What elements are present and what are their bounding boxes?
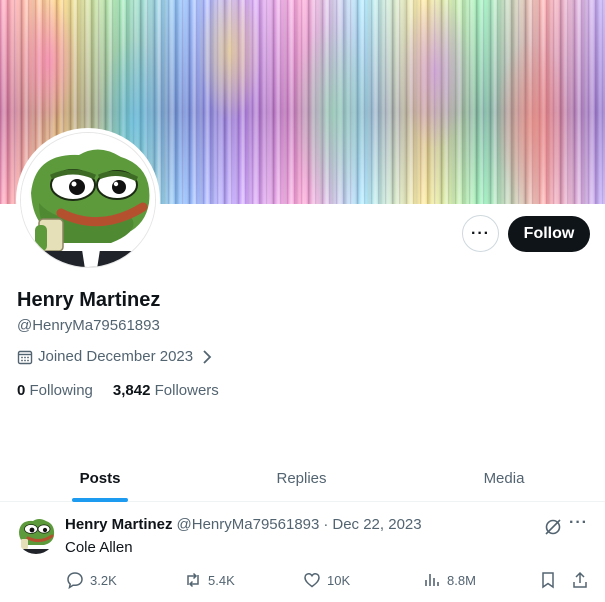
like-icon <box>304 572 320 588</box>
post-more-icon[interactable]: ··· <box>569 514 588 532</box>
post-separator: · <box>323 516 329 533</box>
post-text: Cole Allen <box>65 539 133 556</box>
frog-avatar-image <box>16 514 56 554</box>
bookmark-button[interactable] <box>539 571 557 589</box>
more-options-button[interactable]: ··· <box>462 215 499 252</box>
tab-replies[interactable]: Replies <box>200 455 403 501</box>
post-author[interactable]: Henry Martinez <box>65 516 173 533</box>
share-button[interactable] <box>571 571 589 589</box>
tab-media[interactable]: Media <box>403 455 605 501</box>
views-icon <box>425 574 439 586</box>
tab-posts[interactable]: Posts <box>0 455 200 502</box>
reply-button[interactable]: 3.2K <box>66 571 117 589</box>
post-date[interactable]: Dec 22, 2023 <box>332 516 421 533</box>
profile-handle: @HenryMa79561893 <box>17 317 160 334</box>
more-icon: ··· <box>471 224 490 242</box>
profile-name: Henry Martinez <box>17 289 161 311</box>
profile-tabs: Posts Replies Media <box>0 455 605 502</box>
chevron-right-icon <box>203 349 212 364</box>
following-link[interactable]: 0 Following <box>17 382 93 399</box>
joined-label: Joined December 2023 <box>38 348 194 365</box>
grok-icon[interactable] <box>543 517 563 537</box>
reply-count: 3.2K <box>90 572 117 588</box>
post-actions: 3.2K 5.4K 10K 8.8M <box>0 567 605 595</box>
follow-counts: 0 Following 3,842 Followers <box>17 382 219 399</box>
like-count: 10K <box>327 572 351 588</box>
followers-link[interactable]: 3,842 Followers <box>113 382 219 399</box>
follow-button[interactable]: Follow <box>508 216 590 252</box>
profile-avatar[interactable] <box>16 128 160 272</box>
post-handle[interactable]: @HenryMa79561893 <box>177 516 320 533</box>
post-item[interactable]: Henry Martinez @HenryMa79561893 · Dec 22… <box>0 503 605 602</box>
bookmark-icon <box>542 572 554 589</box>
post-header: Henry Martinez @HenryMa79561893 · Dec 22… <box>65 516 422 533</box>
following-label: Following <box>29 382 93 399</box>
calendar-icon <box>17 350 33 364</box>
followers-count: 3,842 <box>112 382 151 399</box>
frog-avatar-image <box>21 133 155 267</box>
repost-icon <box>187 572 199 588</box>
share-icon <box>573 571 587 588</box>
joined-date[interactable]: Joined December 2023 <box>17 348 212 365</box>
reply-icon <box>67 572 83 589</box>
followers-label: Followers <box>154 382 219 399</box>
views-button[interactable]: 8.8M <box>423 571 476 589</box>
views-count: 8.8M <box>447 572 476 588</box>
post-avatar[interactable] <box>16 514 56 554</box>
repost-count: 5.4K <box>208 572 235 588</box>
following-count: 0 <box>17 382 26 399</box>
like-button[interactable]: 10K <box>303 571 350 589</box>
repost-button[interactable]: 5.4K <box>184 571 235 589</box>
